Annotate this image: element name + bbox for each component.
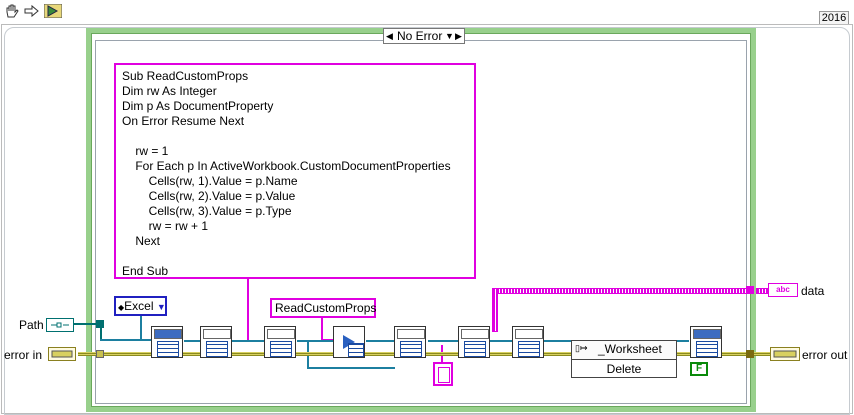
error-out-label: error out xyxy=(802,348,848,362)
refnum-wire-8 xyxy=(677,340,689,342)
spreadsheet-icon xyxy=(270,341,292,357)
error-out-tunnel xyxy=(746,350,754,358)
excel-header-icon xyxy=(154,329,182,339)
path-tunnel xyxy=(96,320,104,328)
arrow-icon[interactable] xyxy=(24,4,40,18)
add-macro-node[interactable] xyxy=(264,326,296,358)
refnum-wire-2 xyxy=(232,340,264,342)
spreadsheet-icon xyxy=(206,341,228,357)
case-next-icon[interactable]: ▶ xyxy=(455,29,462,43)
trash-icon xyxy=(397,329,425,339)
error-in-label: error in xyxy=(4,348,43,362)
plus-icon xyxy=(203,329,231,339)
get-worksheet-node[interactable] xyxy=(512,326,544,358)
false-constant[interactable]: F xyxy=(690,362,708,376)
refnum-branch-h xyxy=(307,367,395,369)
case-dropdown-icon[interactable]: ▼ xyxy=(445,29,454,43)
spreadsheet-icon xyxy=(518,341,540,357)
case-selector-label: No Error xyxy=(397,29,443,43)
error-in-tunnel xyxy=(96,350,104,358)
refnum-wire-1 xyxy=(184,340,200,342)
array-constant[interactable] xyxy=(433,362,453,386)
macro-name-constant[interactable]: ReadCustomProps xyxy=(270,298,376,318)
invoke-class-name: _Worksheet xyxy=(598,342,662,356)
error-cluster-icon xyxy=(51,350,73,358)
case-selector[interactable]: ◀ No Error ▼ ▶ xyxy=(383,28,465,44)
spreadsheet-icon xyxy=(696,341,718,357)
path-wire-h xyxy=(100,339,151,341)
read-data-node[interactable] xyxy=(458,326,490,358)
error-out-wire xyxy=(754,352,770,356)
open-excel-node[interactable] xyxy=(151,326,183,358)
close-excel-node[interactable] xyxy=(690,326,722,358)
ring-value: Excel xyxy=(124,299,154,313)
wrench-icon xyxy=(267,329,295,339)
error-cluster-icon xyxy=(773,350,797,358)
new-workbook-node[interactable] xyxy=(200,326,232,358)
invoke-ref-icon: ▯↦ xyxy=(575,343,588,353)
macro-code-constant[interactable]: Sub ReadCustomProps Dim rw As Integer Di… xyxy=(114,63,476,279)
string-glyph: abc xyxy=(776,285,790,294)
hand-icon[interactable] xyxy=(4,4,20,18)
spreadsheet-icon xyxy=(157,341,179,357)
version-badge: 2016 xyxy=(819,11,849,25)
code-string-wire xyxy=(247,279,249,341)
error-in-control[interactable] xyxy=(48,347,76,361)
refnum-wire-4 xyxy=(366,340,394,342)
refnum-wire-7 xyxy=(544,340,572,342)
data-label: data xyxy=(801,284,825,298)
spreadsheet-icon xyxy=(348,343,364,357)
data-output-wire xyxy=(496,288,754,294)
table-read-icon xyxy=(461,329,489,339)
refnum-wire-3 xyxy=(297,340,333,342)
case-prev-icon[interactable]: ◀ xyxy=(386,29,393,43)
data-indicator[interactable]: abc xyxy=(768,283,798,297)
worksheet-invoke-node[interactable]: ▯↦ _Worksheet Delete xyxy=(571,340,677,378)
error-out-indicator[interactable] xyxy=(770,347,800,361)
refnum-wire-5 xyxy=(428,340,458,342)
path-control[interactable] xyxy=(46,318,74,332)
excel-ring-constant[interactable]: ◆Excel ▼ xyxy=(114,296,167,316)
data-output-wire-v xyxy=(492,288,498,332)
refnum-wire-6 xyxy=(490,340,512,342)
name-string-wire xyxy=(321,316,323,340)
sheet-icon xyxy=(515,329,543,339)
path-glyph-icon xyxy=(51,322,69,328)
ring-dropdown-icon[interactable]: ▼ xyxy=(157,302,166,312)
spreadsheet-icon xyxy=(464,341,486,357)
excel-header-icon xyxy=(693,329,721,339)
spreadsheet-icon xyxy=(400,341,422,357)
run-icon[interactable] xyxy=(43,3,63,19)
path-label: Path xyxy=(19,318,44,332)
delete-macro-node[interactable] xyxy=(394,326,426,358)
data-tunnel xyxy=(746,286,754,294)
invoke-method[interactable]: Delete xyxy=(572,360,676,378)
run-macro-node[interactable] xyxy=(333,326,365,358)
ring-wire xyxy=(140,316,142,340)
